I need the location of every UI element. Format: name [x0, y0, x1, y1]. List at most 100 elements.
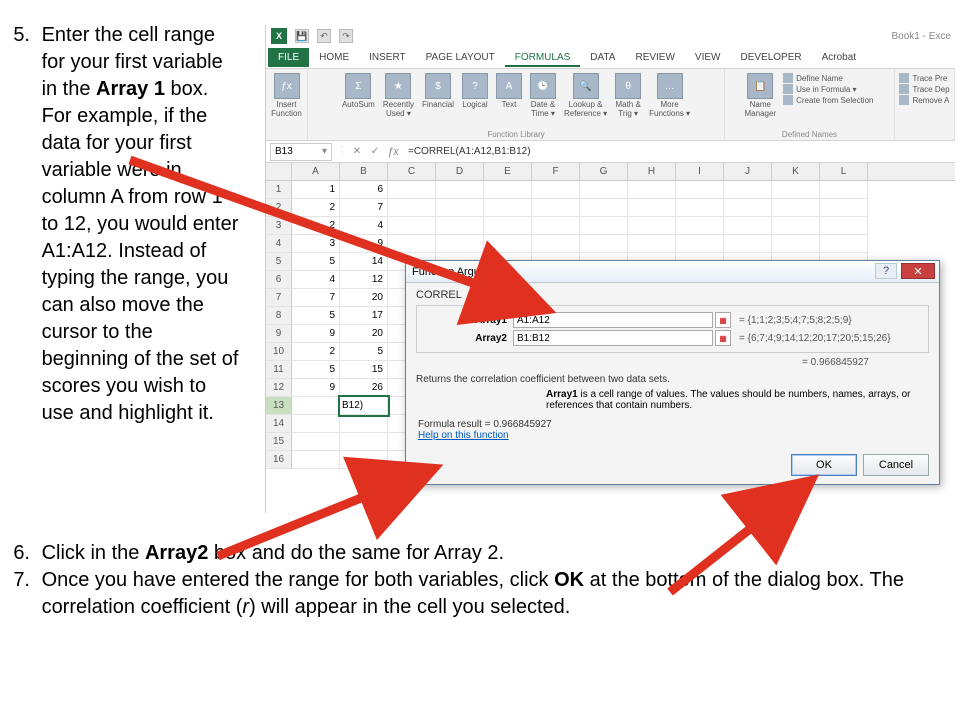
cell[interactable] [436, 217, 484, 235]
cell[interactable]: 7 [340, 199, 388, 217]
cell[interactable]: 26 [340, 379, 388, 397]
col-F[interactable]: F [532, 163, 580, 180]
cell[interactable] [820, 217, 868, 235]
cell[interactable] [628, 235, 676, 253]
cell[interactable]: 5 [340, 343, 388, 361]
cell[interactable]: 4 [292, 271, 340, 289]
define-name-button[interactable]: Define Name [783, 73, 873, 83]
row-header[interactable]: 15 [266, 433, 292, 451]
text-button[interactable]: AText [493, 71, 525, 121]
insert-function-button[interactable]: ƒx InsertFunction [268, 71, 305, 121]
dialog-titlebar[interactable]: Function Arguments ? ✕ [406, 261, 939, 283]
row-header[interactable]: 4 [266, 235, 292, 253]
cell[interactable] [484, 217, 532, 235]
row-header[interactable]: 8 [266, 307, 292, 325]
cell[interactable]: 20 [340, 325, 388, 343]
array1-input[interactable] [513, 312, 713, 328]
cell[interactable] [724, 181, 772, 199]
cell[interactable] [676, 217, 724, 235]
cell[interactable] [340, 451, 388, 469]
col-B[interactable]: B [340, 163, 388, 180]
cell[interactable] [484, 235, 532, 253]
col-K[interactable]: K [772, 163, 820, 180]
cell[interactable] [292, 451, 340, 469]
row-header[interactable]: 3 [266, 217, 292, 235]
fx-button[interactable]: ƒx [384, 143, 402, 161]
use-in-formula-button[interactable]: Use in Formula ▾ [783, 84, 873, 94]
col-I[interactable]: I [676, 163, 724, 180]
trace-precedents-button[interactable]: Trace Pre [899, 73, 949, 83]
help-on-function-link[interactable]: Help on this function [418, 430, 552, 441]
undo-icon[interactable]: ↶ [317, 29, 331, 43]
col-L[interactable]: L [820, 163, 868, 180]
cell[interactable]: 3 [292, 235, 340, 253]
cell[interactable] [292, 397, 340, 415]
array2-input[interactable] [513, 330, 713, 346]
col-D[interactable]: D [436, 163, 484, 180]
cell[interactable] [772, 217, 820, 235]
cell[interactable] [820, 181, 868, 199]
cell[interactable] [436, 199, 484, 217]
save-icon[interactable]: 💾 [295, 29, 309, 43]
cell[interactable]: 20 [340, 289, 388, 307]
cell[interactable] [436, 181, 484, 199]
cell[interactable] [484, 199, 532, 217]
cell[interactable] [676, 181, 724, 199]
cell[interactable] [436, 235, 484, 253]
cell[interactable] [580, 235, 628, 253]
cell[interactable] [292, 433, 340, 451]
row-header[interactable]: 9 [266, 325, 292, 343]
cell[interactable]: 9 [292, 325, 340, 343]
row-header[interactable]: 7 [266, 289, 292, 307]
cell[interactable] [484, 181, 532, 199]
more-functions-button[interactable]: …MoreFunctions ▾ [646, 71, 693, 121]
cell[interactable] [388, 217, 436, 235]
cell[interactable]: 2 [292, 199, 340, 217]
cell[interactable] [580, 199, 628, 217]
col-C[interactable]: C [388, 163, 436, 180]
cell[interactable]: 1 [292, 181, 340, 199]
ok-button[interactable]: OK [791, 454, 857, 476]
recently-used-button[interactable]: ★RecentlyUsed ▾ [380, 71, 417, 121]
cell[interactable]: 9 [292, 379, 340, 397]
name-box[interactable]: B13▾ [270, 143, 332, 161]
row-header[interactable]: 14 [266, 415, 292, 433]
tab-formulas[interactable]: FORMULAS [505, 48, 581, 67]
trace-dependents-button[interactable]: Trace Dep [899, 84, 949, 94]
cell[interactable] [340, 415, 388, 433]
row-header[interactable]: 13 [266, 397, 292, 415]
row-header[interactable]: 2 [266, 199, 292, 217]
cell[interactable]: B12) [340, 397, 388, 415]
col-H[interactable]: H [628, 163, 676, 180]
cell[interactable]: 15 [340, 361, 388, 379]
cell[interactable] [724, 217, 772, 235]
row-header[interactable]: 6 [266, 271, 292, 289]
cell[interactable]: 17 [340, 307, 388, 325]
cancel-button[interactable]: Cancel [863, 454, 929, 476]
row-header[interactable]: 5 [266, 253, 292, 271]
cell[interactable]: 12 [340, 271, 388, 289]
cell[interactable]: 4 [340, 217, 388, 235]
col-G[interactable]: G [580, 163, 628, 180]
logical-button[interactable]: ?Logical [459, 71, 491, 121]
cell[interactable]: 7 [292, 289, 340, 307]
col-A[interactable]: A [292, 163, 340, 180]
cell[interactable] [580, 217, 628, 235]
cell[interactable] [532, 217, 580, 235]
row-header[interactable]: 10 [266, 343, 292, 361]
cell[interactable]: 2 [292, 343, 340, 361]
name-manager-button[interactable]: 📋NameManager [742, 71, 780, 121]
col-J[interactable]: J [724, 163, 772, 180]
row-header[interactable]: 1 [266, 181, 292, 199]
array1-ref-button[interactable]: ▦ [715, 312, 731, 328]
row-header[interactable]: 16 [266, 451, 292, 469]
namebox-dropdown-icon[interactable]: ▾ [322, 146, 327, 157]
cell[interactable]: 5 [292, 361, 340, 379]
cell[interactable] [388, 181, 436, 199]
cell[interactable] [388, 199, 436, 217]
cell[interactable] [772, 235, 820, 253]
cell[interactable] [532, 181, 580, 199]
cell[interactable] [772, 199, 820, 217]
lookup-reference-button[interactable]: 🔍Lookup &Reference ▾ [561, 71, 610, 121]
tab-view[interactable]: VIEW [685, 48, 731, 67]
